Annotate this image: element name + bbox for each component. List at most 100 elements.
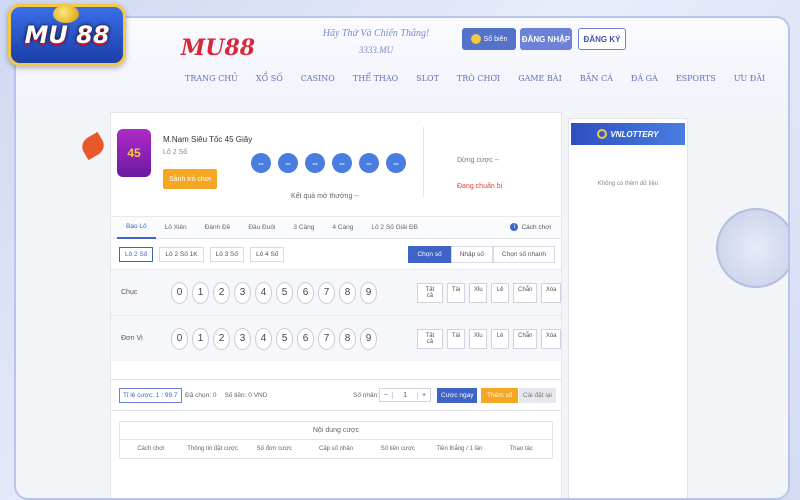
nav-item-promotions[interactable]: ƯU ĐÃI: [725, 74, 774, 83]
game-lobby-button[interactable]: Sảnh trò chơi: [163, 169, 217, 189]
tab-danh-de[interactable]: Đánh Đề: [196, 217, 240, 239]
sobien-label: Sổ biên: [483, 35, 508, 43]
site-logo[interactable]: MU 88: [8, 4, 126, 66]
digit-picker: 0 1 2 3 4 5 6 7 8 9: [171, 281, 377, 304]
divider: [423, 127, 424, 197]
result-label: Kết quả mở thưởng --: [291, 193, 359, 200]
nav-item-sports[interactable]: THỂ THAO: [344, 74, 407, 83]
game-badge: 45: [117, 129, 151, 177]
sobien-button[interactable]: Sổ biên: [462, 28, 516, 50]
digit-button[interactable]: 8: [339, 327, 356, 350]
nav-item-casino[interactable]: CASINO: [292, 74, 344, 83]
column-header: Tiền thắng / 1 lần: [436, 446, 483, 452]
nav-item-cockfight[interactable]: ĐÁ GÀ: [622, 74, 667, 83]
nav-item-home[interactable]: TRANG CHỦ: [176, 74, 247, 83]
subtab-lo-2-so-1k[interactable]: Lô 2 Số 1K: [159, 246, 204, 262]
mode-pick-number[interactable]: Chọn số: [408, 246, 451, 263]
bet-now-button[interactable]: Cược ngay: [437, 387, 478, 403]
add-number-button[interactable]: Thêm số: [481, 387, 519, 403]
table-header: Cách chơi Thông tin đặt cược Số đơn cược…: [120, 440, 552, 458]
digit-button[interactable]: 1: [192, 281, 209, 304]
brand-logo[interactable]: MU88: [170, 28, 266, 68]
digit-button[interactable]: 3: [234, 327, 251, 350]
digit-button[interactable]: 6: [297, 281, 314, 304]
digit-button[interactable]: 0: [171, 281, 188, 304]
logo-text: MU 88: [24, 21, 110, 49]
digit-button[interactable]: 5: [276, 327, 293, 350]
multiplier-input[interactable]: 1: [392, 391, 418, 399]
nav-item-games[interactable]: TRÒ CHƠI: [448, 74, 509, 83]
mode-quick-pick[interactable]: Chọn số nhanh: [492, 246, 555, 263]
app-frame: MU88 Hãy Thử Và Chiến Thắng! 3333.MU Sổ …: [14, 16, 790, 500]
tab-3-cang[interactable]: 3 Càng: [284, 217, 323, 239]
digit-button[interactable]: 8: [339, 281, 356, 304]
quick-big-button[interactable]: Tài: [446, 282, 465, 303]
vnlottery-banner[interactable]: VNLOTTERY: [571, 123, 685, 145]
login-button[interactable]: ĐĂNG NHẬP: [520, 28, 572, 50]
column-header: Số tiền cược: [380, 446, 415, 452]
quick-clear-button[interactable]: Xóa: [540, 282, 561, 303]
quick-big-button[interactable]: Tài: [446, 328, 465, 349]
quick-odd-button[interactable]: Lẻ: [491, 282, 510, 303]
bet-type-tabs: Bao Lô Lô Xiên Đánh Đề Đầu Đuôi 3 Càng 4…: [111, 217, 561, 239]
increment-button[interactable]: +: [418, 392, 430, 399]
subtab-lo-3-so[interactable]: Lô 3 Số: [209, 246, 245, 262]
nav-item-esports[interactable]: ESPORTS: [667, 74, 725, 83]
result-ball: --: [278, 153, 298, 173]
digit-button[interactable]: 6: [297, 327, 314, 350]
column-header: Cách chơi: [137, 446, 165, 452]
nav-item-card-games[interactable]: GAME BÀI: [509, 74, 571, 83]
table-title: Nội dung cược: [120, 422, 552, 440]
site-header: MU88 Hãy Thử Và Chiến Thắng! 3333.MU Sổ …: [16, 18, 788, 108]
quick-all-button[interactable]: Tất cả: [417, 328, 443, 349]
digit-button[interactable]: 2: [213, 327, 230, 350]
result-ball: --: [251, 153, 271, 173]
multiplier-stepper: − 1 +: [379, 388, 432, 402]
digit-button[interactable]: 4: [255, 281, 272, 304]
quick-even-button[interactable]: Chẵn: [513, 328, 537, 349]
register-button[interactable]: ĐĂNG KÝ: [578, 28, 626, 50]
digit-button[interactable]: 7: [318, 281, 335, 304]
subtab-lo-4-so[interactable]: Lô 4 Số: [250, 246, 285, 262]
reset-button[interactable]: Cài đặt lại: [519, 387, 556, 403]
status-label: Đang chuẩn bị: [457, 183, 503, 190]
quick-all-button[interactable]: Tất cả: [417, 282, 443, 303]
nav-item-fishing[interactable]: BẮN CÁ: [571, 74, 622, 83]
digit-picker: 0 1 2 3 4 5 6 7 8 9: [171, 327, 377, 350]
nav-item-lottery[interactable]: XỔ SỐ: [247, 74, 292, 83]
digit-button[interactable]: 4: [255, 327, 272, 350]
tab-lo-2-so-db[interactable]: Lô 2 Số Giải ĐB: [362, 217, 427, 239]
digit-button[interactable]: 7: [318, 327, 335, 350]
quick-even-button[interactable]: Chẵn: [513, 282, 537, 303]
nav-item-slot[interactable]: SLOT: [407, 74, 448, 83]
quick-clear-button[interactable]: Xóa: [540, 328, 561, 349]
digit-button[interactable]: 3: [234, 281, 251, 304]
digit-button[interactable]: 5: [276, 281, 293, 304]
lottery-panel: 45 M.Nam Siêu Tốc 45 Giây Lô 2 Số Sảnh t…: [110, 112, 562, 498]
digit-button[interactable]: 9: [360, 281, 377, 304]
how-to-play-link[interactable]: i Cách chơi: [510, 223, 551, 231]
bet-content-table: Nội dung cược Cách chơi Thông tin đặt cư…: [119, 421, 553, 459]
vnlottery-icon: [597, 129, 608, 139]
digit-button[interactable]: 1: [192, 327, 209, 350]
result-ball: --: [359, 153, 379, 173]
column-header: Cấp số nhân: [319, 446, 354, 452]
tab-4-cang[interactable]: 4 Càng: [323, 217, 362, 239]
subtab-lo-2-so[interactable]: Lô 2 Số: [119, 246, 154, 262]
quick-small-button[interactable]: Xỉu: [468, 282, 488, 303]
result-ball: --: [305, 153, 325, 173]
digit-button[interactable]: 0: [171, 327, 188, 350]
digit-button[interactable]: 9: [360, 327, 377, 350]
mode-enter-number[interactable]: Nhập số: [450, 246, 493, 263]
tab-bao-lo[interactable]: Bao Lô: [117, 217, 156, 239]
decrement-button[interactable]: −: [380, 392, 392, 399]
quick-odd-button[interactable]: Lẻ: [491, 328, 510, 349]
quick-small-button[interactable]: Xỉu: [468, 328, 488, 349]
side-panel: VNLOTTERY Không có thêm dữ liệu: [568, 118, 688, 498]
result-balls: -- -- -- -- -- --: [251, 153, 406, 173]
multiplier-label: Số nhân:: [353, 391, 380, 399]
tab-lo-xien[interactable]: Lô Xiên: [156, 217, 196, 239]
digit-button[interactable]: 2: [213, 281, 230, 304]
tab-dau-duoi[interactable]: Đầu Đuôi: [239, 217, 284, 239]
pick-row-units: Đơn Vị 0 1 2 3 4 5 6 7 8 9 Tất cả Tài Xỉ…: [111, 315, 561, 361]
